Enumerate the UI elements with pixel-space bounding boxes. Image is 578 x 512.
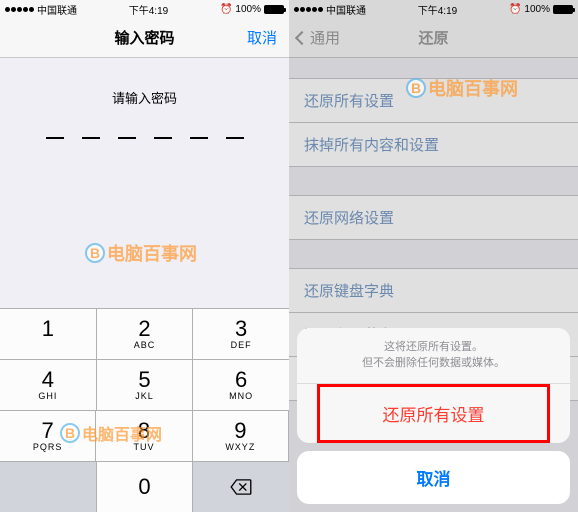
passcode-prompt: 请输入密码 <box>0 88 289 107</box>
confirm-reset-button[interactable]: 还原所有设置 <box>320 387 547 440</box>
action-sheet: 这将还原所有设置。 但不会删除任何数据或媒体。 还原所有设置 取消 <box>289 320 578 512</box>
key-0[interactable]: 0 <box>97 462 194 512</box>
key-8[interactable]: 8TUV <box>96 411 192 461</box>
nav-bar: 输入密码 取消 <box>0 18 289 58</box>
key-3[interactable]: 3DEF <box>193 309 289 359</box>
carrier-label: 中国联通 <box>326 2 366 17</box>
numeric-keypad: 1 2ABC 3DEF 4GHI 5JKL 6MNO 7PQRS 8TUV 9W… <box>0 308 289 512</box>
sheet-cancel-button[interactable]: 取消 <box>297 451 570 504</box>
key-6[interactable]: 6MNO <box>193 360 289 410</box>
key-1[interactable]: 1 <box>0 309 97 359</box>
time-label: 下午4:19 <box>418 2 457 17</box>
battery-icon <box>264 5 284 14</box>
reset-screen: 中国联通 下午4:19 ⏰ 100% 通用 还原 还原所有设置 抹掉所有内容和设… <box>289 0 578 512</box>
back-button[interactable]: 通用 <box>297 27 340 48</box>
watermark: B电脑百事网 <box>85 240 197 266</box>
nav-bar: 通用 还原 <box>289 18 578 58</box>
battery-icon <box>553 5 573 14</box>
nav-title: 输入密码 <box>114 27 174 48</box>
time-label: 下午4:19 <box>129 2 168 17</box>
key-blank <box>0 462 97 512</box>
sheet-message: 这将还原所有设置。 但不会删除任何数据或媒体。 <box>297 328 570 384</box>
status-bar: 中国联通 下午4:19 ⏰ 100% <box>0 0 289 18</box>
cancel-button[interactable]: 取消 <box>247 27 277 48</box>
signal-icon <box>294 7 323 12</box>
key-7[interactable]: 7PQRS <box>0 411 96 461</box>
backspace-key[interactable] <box>193 462 289 512</box>
key-5[interactable]: 5JKL <box>97 360 194 410</box>
backspace-icon <box>230 479 252 495</box>
nav-title: 还原 <box>418 27 448 48</box>
passcode-field <box>0 137 289 139</box>
signal-icon <box>5 7 34 12</box>
battery-pct: 100% <box>235 4 261 15</box>
battery-pct: 100% <box>524 4 550 15</box>
key-9[interactable]: 9WXYZ <box>193 411 289 461</box>
alarm-icon: ⏰ <box>509 4 521 15</box>
chevron-left-icon <box>295 30 309 44</box>
carrier-label: 中国联通 <box>37 2 77 17</box>
alarm-icon: ⏰ <box>220 4 232 15</box>
status-bar: 中国联通 下午4:19 ⏰ 100% <box>289 0 578 18</box>
passcode-screen: 中国联通 下午4:19 ⏰ 100% 输入密码 取消 请输入密码 B电脑百事网 … <box>0 0 289 512</box>
passcode-area: 请输入密码 <box>0 58 289 159</box>
key-2[interactable]: 2ABC <box>97 309 194 359</box>
key-4[interactable]: 4GHI <box>0 360 97 410</box>
